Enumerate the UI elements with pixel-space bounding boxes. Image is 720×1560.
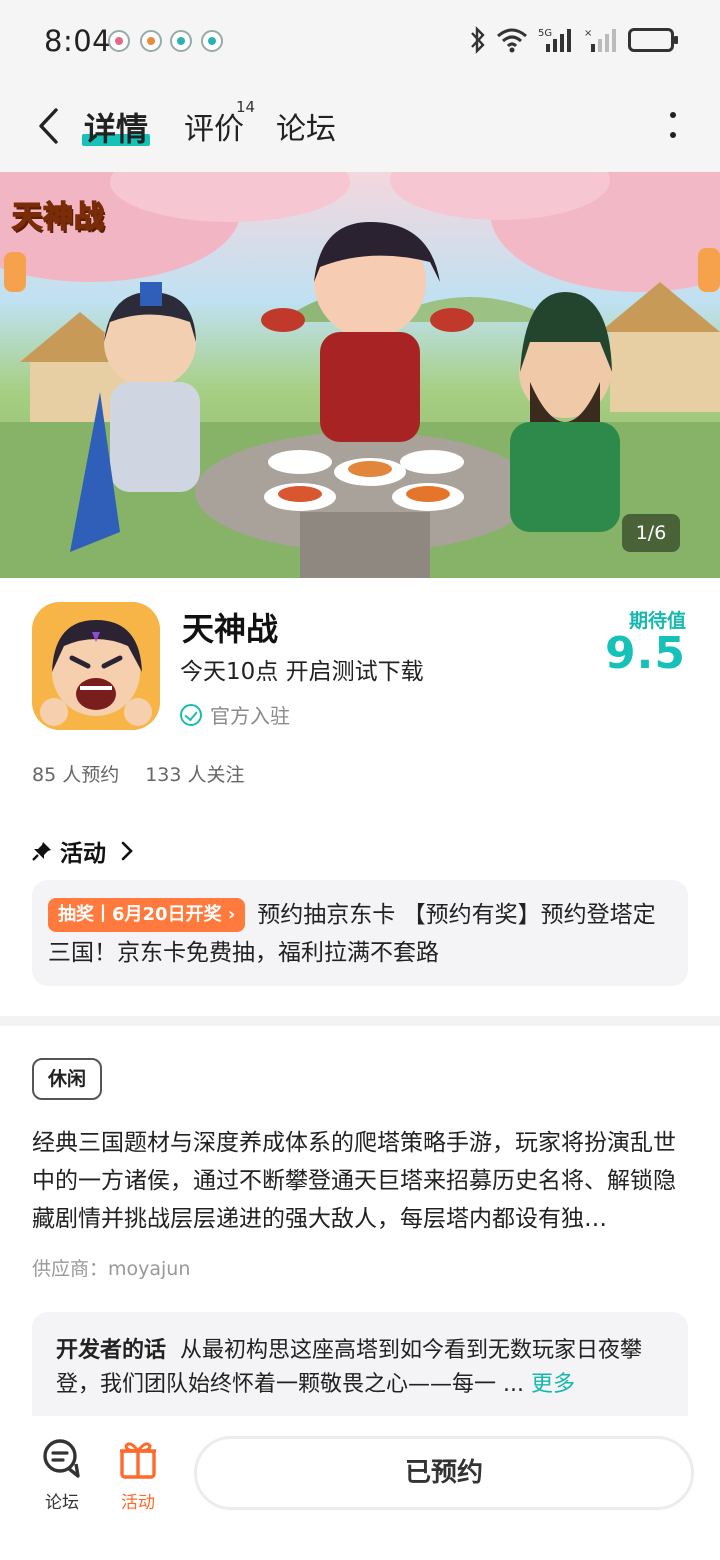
app-icon-artwork [32,602,160,730]
svg-text:5G: 5G [538,28,552,39]
section-divider [0,1016,720,1026]
genre-tag[interactable]: 休闲 [32,1058,103,1100]
follower-count: 133 人关注 [145,764,245,786]
expectation-score: 9.5 [605,628,686,679]
pin-icon [32,842,51,861]
signal-5g-icon: 5G [538,28,571,52]
activity-section-header[interactable]: 活动 [32,834,134,868]
header: 详情 评价 14 论坛 [0,82,720,172]
activity-card[interactable]: 抽奖丨6月20日开奖 › 预约抽京东卡 【预约有奖】预约登塔定三国！京东卡免费抽，… [32,880,688,986]
game-description[interactable]: 经典三国题材与深度养成体系的爬塔策略手游，玩家将扮演乱世中的一方诸侯，通过不断攀… [32,1124,688,1238]
activity-title: 活动 [60,841,106,867]
verified-check-icon [180,703,202,726]
svg-text:×: × [584,28,592,39]
game-logo: 天神战 [11,199,105,236]
notification-icon [170,30,192,52]
bottom-forum-button[interactable]: 论坛 [22,1436,102,1513]
chevron-right-icon [121,841,133,861]
tab-detail[interactable]: 详情 [84,104,148,150]
app-stats: 85 人预约 133 人关注 [32,760,245,787]
gift-icon [120,1442,156,1479]
developer-note-more-link[interactable]: 更多 [531,1372,575,1397]
bluetooth-icon [471,26,485,54]
battery-icon [628,28,678,52]
back-arrow-icon[interactable] [36,106,60,146]
lottery-tag: 抽奖丨6月20日开奖 › [48,898,246,932]
signal-weak-icon: × [584,28,616,52]
forum-chat-icon [43,1439,80,1478]
wifi-icon [497,28,527,53]
lottery-tag-label: 抽奖丨6月20日开奖 [58,904,222,925]
app-icon [32,602,160,730]
bottom-activity-label: 活动 [121,1493,155,1513]
status-bar: 8:04 5G × [0,0,720,82]
developer-note-label: 开发者的话 [56,1338,167,1363]
bottom-activity-button[interactable]: 活动 [98,1436,178,1513]
developer-note-card[interactable]: 开发者的话 从最初构思这座高塔到如今看到无数玩家日夜攀登，我们团队始终怀着一颗敬畏… [32,1312,688,1422]
supplier-label: 供应商：moyajun [32,1258,191,1280]
official-label: 官方入驻 [210,704,290,728]
official-badge: 官方入驻 [180,700,290,729]
system-icons: 5G × [470,26,678,54]
bottom-forum-label: 论坛 [45,1493,79,1513]
reservation-count: 85 人预约 [32,764,120,786]
review-count-badge: 14 [236,98,256,116]
notification-icon [140,30,162,52]
app-name: 天神战 [182,610,279,648]
notification-icon [201,30,223,52]
app-subtitle: 今天10点 开启测试下载 [180,659,424,685]
banner-illustration [0,172,720,578]
bottom-action-bar: 论坛 活动 已预约 [0,1416,720,1560]
carousel-counter: 1/6 [622,514,680,552]
reserved-button[interactable]: 已预约 [194,1436,694,1510]
tab-forum[interactable]: 论坛 [276,104,336,148]
tab-review[interactable]: 评价 [184,104,244,148]
screenshot-carousel[interactable]: 天神战 1/6 [0,172,720,578]
notification-icon [108,30,130,52]
more-options-icon[interactable] [666,110,680,140]
status-time: 8:04 [44,24,112,58]
